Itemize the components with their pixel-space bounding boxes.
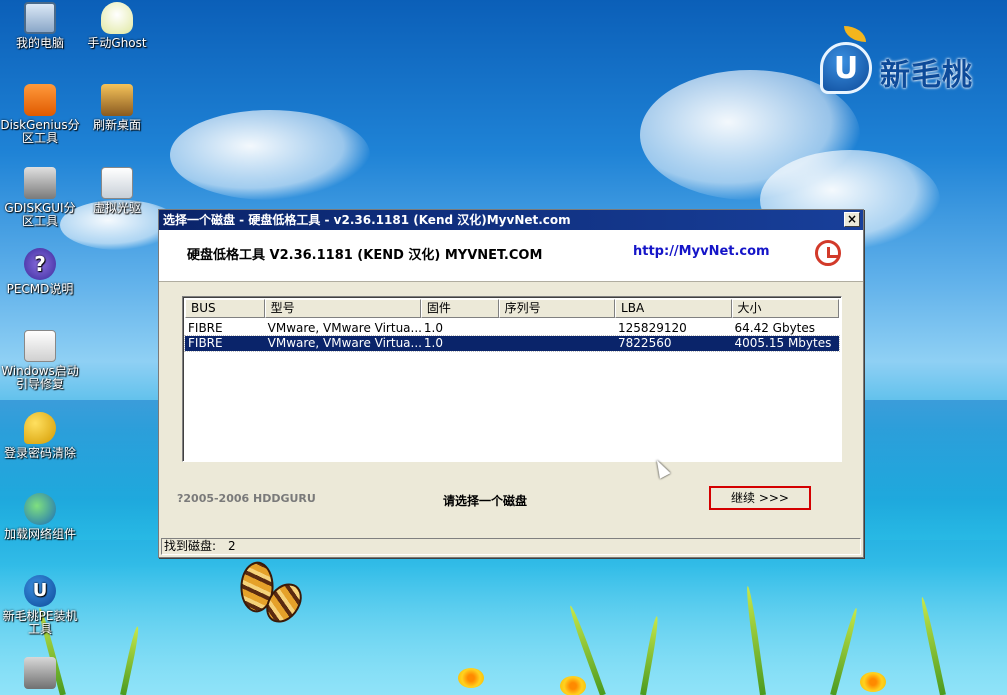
logo-mark-icon: U [820,42,872,94]
header-title: 硬盘低格工具 V2.36.1181 (KEND 汉化) MYVNET.COM [187,248,543,263]
logo-text: 新毛桃 [880,58,973,93]
cell-lba: 7822560 [618,336,672,350]
desktop-icon-refresh-desktop[interactable]: 刷新桌面 [77,84,157,132]
desktop-icon-label: 刷新桌面 [92,118,141,132]
disk-list[interactable]: BUS 型号 固件 序列号 LBA 大小 FIBRE VMware, VMwar… [182,296,842,462]
cell-serial [499,321,615,336]
desktop-icon-virtual-drive[interactable]: 虚拟光驱 [77,167,157,215]
wallpaper-cloud [170,110,370,200]
cell-size: 4005.15 Mbytes [734,336,832,350]
desktop-icon-label: 新毛桃PE装机工具 [2,609,78,636]
brand-logo: U 新毛桃 [820,26,1000,106]
disk-select-dialog: 选择一个磁盘 - 硬盘低格工具 - v2.36.1181 (Kend 汉化)My… [158,209,864,558]
desktop-icon-partial[interactable] [0,657,80,692]
desktop-icon-label: 虚拟光驱 [92,201,141,215]
desktop-icon-label: Windows启动引导修复 [1,364,79,391]
header-band: 硬盘低格工具 V2.36.1181 (KEND 汉化) MYVNET.COM h… [159,230,863,282]
column-header-lba[interactable]: LBA [615,299,732,318]
cell-lba: 125829120 [618,321,687,335]
refresh-desktop-icon [101,84,133,116]
desktop-icon-password-clear[interactable]: 登录密码清除 [0,412,80,460]
gdiskgui-icon [24,167,56,199]
desktop-icon-gdiskgui[interactable]: GDISKGUI分区工具 [0,167,80,228]
disk-row[interactable]: FIBRE VMware, VMware Virtua... 1.0 12582… [185,321,839,336]
desktop-icon-manual-ghost[interactable]: 手动Ghost [77,2,157,50]
network-globe-icon [24,493,56,525]
wallpaper-flower [458,668,484,688]
cell-serial [499,336,615,351]
desktop-icon-network[interactable]: 加载网络组件 [0,493,80,541]
status-label: 找到磁盘: [164,539,217,553]
cell-model: VMware, VMware Virtua... [267,321,421,335]
select-disk-prompt: 请选择一个磁盘 [443,494,528,508]
column-header-model[interactable]: 型号 [264,299,421,318]
window-title: 选择一个磁盘 - 硬盘低格工具 - v2.36.1181 (Kend 汉化)My… [163,213,571,227]
desktop-icon-diskgenius[interactable]: DiskGenius分区工具 [0,84,80,145]
desktop-icon-boot-repair[interactable]: Windows启动引导修复 [0,330,80,391]
diskgenius-icon [24,84,56,116]
cell-firmware: 1.0 [423,321,444,335]
boot-repair-icon [24,330,56,362]
disk-list-header: BUS 型号 固件 序列号 LBA 大小 [185,299,839,318]
desktop-icon-label: 加载网络组件 [3,527,76,541]
desktop-icon-label: DiskGenius分区工具 [0,118,80,145]
cell-size: 64.42 Gbytes [734,321,816,335]
copyright-text: ?2005-2006 HDDGURU [177,492,316,505]
window-titlebar[interactable]: 选择一个磁盘 - 硬盘低格工具 - v2.36.1181 (Kend 汉化)My… [159,210,863,230]
website-link[interactable]: http://MyvNet.com [633,244,770,259]
drive-icon [24,657,56,689]
logo-leaf-icon [844,26,866,42]
status-count: 2 [228,539,236,553]
column-header-size[interactable]: 大小 [731,299,839,318]
hddguru-logo-icon [815,240,841,266]
wallpaper-flower [560,676,586,695]
cell-bus: FIBRE [188,336,223,350]
cell-model: VMware, VMware Virtua... [267,336,421,350]
virtual-drive-icon [101,167,133,199]
key-icon [24,412,56,444]
desktop-icon-my-computer[interactable]: 我的电脑 [0,2,80,50]
desktop-icon-pe-installer[interactable]: U 新毛桃PE装机工具 [0,575,80,636]
desktop-icon-pecmd-help[interactable]: ? PECMD说明 [0,248,80,296]
wallpaper-butterfly [222,559,312,640]
ghost-icon [101,2,133,34]
column-header-bus[interactable]: BUS [185,299,265,318]
cell-bus: FIBRE [188,321,223,335]
wallpaper-flower [860,672,886,692]
computer-icon [24,2,56,34]
continue-button[interactable]: 继续 >>> [709,486,811,510]
desktop-icon-label: GDISKGUI分区工具 [4,201,76,228]
close-button[interactable]: × [844,212,860,227]
desktop-icon-label: 手动Ghost [87,36,147,50]
cell-firmware: 1.0 [423,336,444,350]
column-header-serial[interactable]: 序列号 [498,299,616,318]
disk-row-selected[interactable]: FIBRE VMware, VMware Virtua... 1.0 78225… [184,335,840,352]
desktop-icon-label: 登录密码清除 [3,446,76,460]
help-icon: ? [24,248,56,280]
desktop-icon-label: 我的电脑 [15,36,64,50]
installer-icon: U [24,575,56,607]
desktop-icon-label: PECMD说明 [6,282,74,296]
column-header-firmware[interactable]: 固件 [420,299,499,318]
wallpaper-ground [0,565,1007,695]
status-bar: 找到磁盘: 2 [161,538,861,555]
